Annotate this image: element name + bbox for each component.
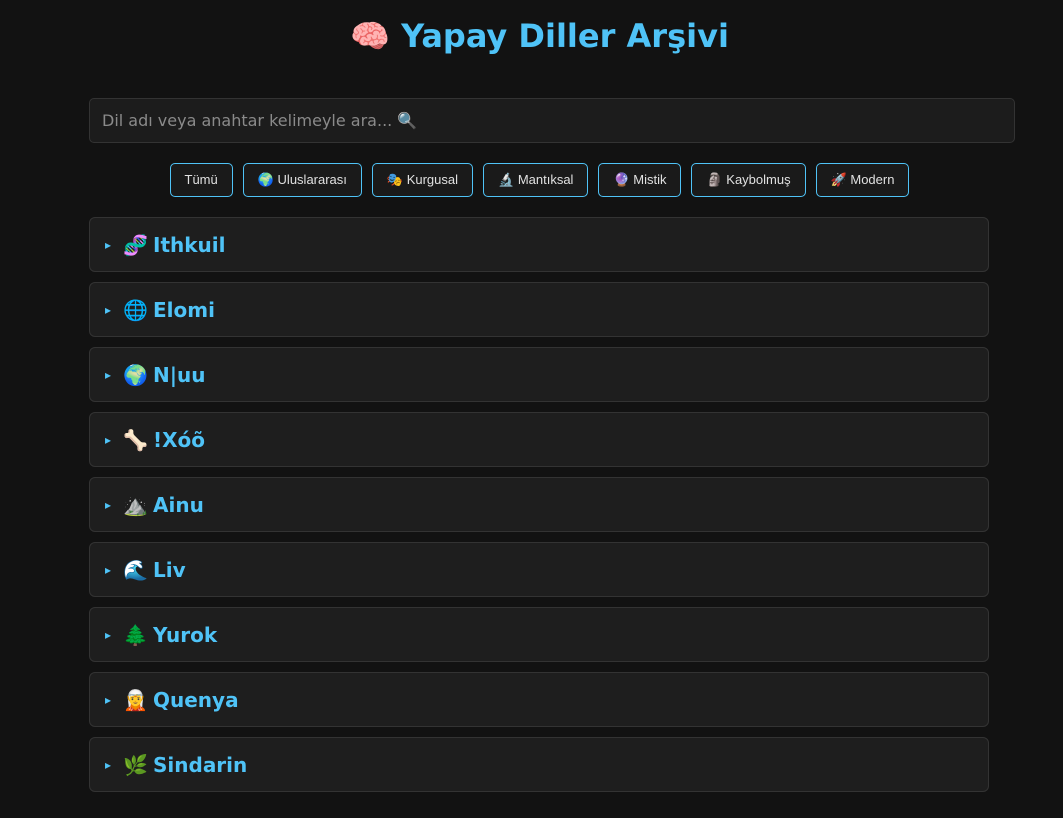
globe-meridians-icon: 🌐 xyxy=(123,297,148,322)
language-item-ithkuil[interactable]: ▸ 🧬 Ithkuil xyxy=(89,217,989,272)
filter-mystic-button[interactable]: 🔮 Mistik xyxy=(598,163,682,197)
language-name: Yurok xyxy=(153,622,218,647)
page: 🧠 Yapay Diller Arşivi Tümü 🌍 Uluslararas… xyxy=(0,0,1063,818)
search-input[interactable] xyxy=(89,98,1015,143)
mountain-icon: ⛰️ xyxy=(123,492,148,517)
expand-arrow-icon: ▸ xyxy=(105,627,112,642)
filter-fictional-button[interactable]: 🎭 Kurgusal xyxy=(371,163,474,197)
evergreen-tree-icon: 🌲 xyxy=(123,622,148,647)
language-item-sindarin[interactable]: ▸ 🌿 Sindarin xyxy=(89,737,989,792)
expand-arrow-icon: ▸ xyxy=(105,432,112,447)
dna-icon: 🧬 xyxy=(123,232,148,257)
brain-icon: 🧠 xyxy=(350,17,390,55)
language-name: Ithkuil xyxy=(153,232,226,257)
language-name: !Xóõ xyxy=(153,427,206,452)
filter-modern-button[interactable]: 🚀 Modern xyxy=(815,163,910,197)
wave-icon: 🌊 xyxy=(123,557,148,582)
language-item-elomi[interactable]: ▸ 🌐 Elomi xyxy=(89,282,989,337)
page-title: 🧠 Yapay Diller Arşivi xyxy=(0,14,1063,58)
filter-international-button[interactable]: 🌍 Uluslararası xyxy=(242,163,362,197)
globe-africa-icon: 🌍 xyxy=(123,362,148,387)
language-name: Liv xyxy=(153,557,186,582)
expand-arrow-icon: ▸ xyxy=(105,367,112,382)
filter-all-button[interactable]: Tümü xyxy=(169,163,233,197)
language-item-liv[interactable]: ▸ 🌊 Liv xyxy=(89,542,989,597)
expand-arrow-icon: ▸ xyxy=(105,302,112,317)
expand-arrow-icon: ▸ xyxy=(105,497,112,512)
language-list: ▸ 🧬 Ithkuil ▸ 🌐 Elomi ▸ 🌍 N|uu ▸ 🦴 !Xóõ … xyxy=(89,217,989,802)
expand-arrow-icon: ▸ xyxy=(105,562,112,577)
elf-icon: 🧝 xyxy=(123,687,148,712)
language-name: Quenya xyxy=(153,687,239,712)
language-name: N|uu xyxy=(153,362,206,387)
filter-logical-button[interactable]: 🔬 Mantıksal xyxy=(483,163,589,197)
page-title-text: Yapay Diller Arşivi xyxy=(401,17,729,55)
expand-arrow-icon: ▸ xyxy=(105,757,112,772)
language-item-ainu[interactable]: ▸ ⛰️ Ainu xyxy=(89,477,989,532)
language-item-nuu[interactable]: ▸ 🌍 N|uu xyxy=(89,347,989,402)
language-name: Sindarin xyxy=(153,752,248,777)
expand-arrow-icon: ▸ xyxy=(105,237,112,252)
language-item-quenya[interactable]: ▸ 🧝 Quenya xyxy=(89,672,989,727)
filter-bar: Tümü 🌍 Uluslararası 🎭 Kurgusal 🔬 Mantıks… xyxy=(0,163,1063,197)
bone-icon: 🦴 xyxy=(123,427,148,452)
herb-icon: 🌿 xyxy=(123,752,148,777)
language-item-yurok[interactable]: ▸ 🌲 Yurok xyxy=(89,607,989,662)
language-name: Ainu xyxy=(153,492,204,517)
language-name: Elomi xyxy=(153,297,215,322)
language-item-xoo[interactable]: ▸ 🦴 !Xóõ xyxy=(89,412,989,467)
filter-lost-button[interactable]: 🗿 Kaybolmuş xyxy=(691,163,806,197)
expand-arrow-icon: ▸ xyxy=(105,692,112,707)
